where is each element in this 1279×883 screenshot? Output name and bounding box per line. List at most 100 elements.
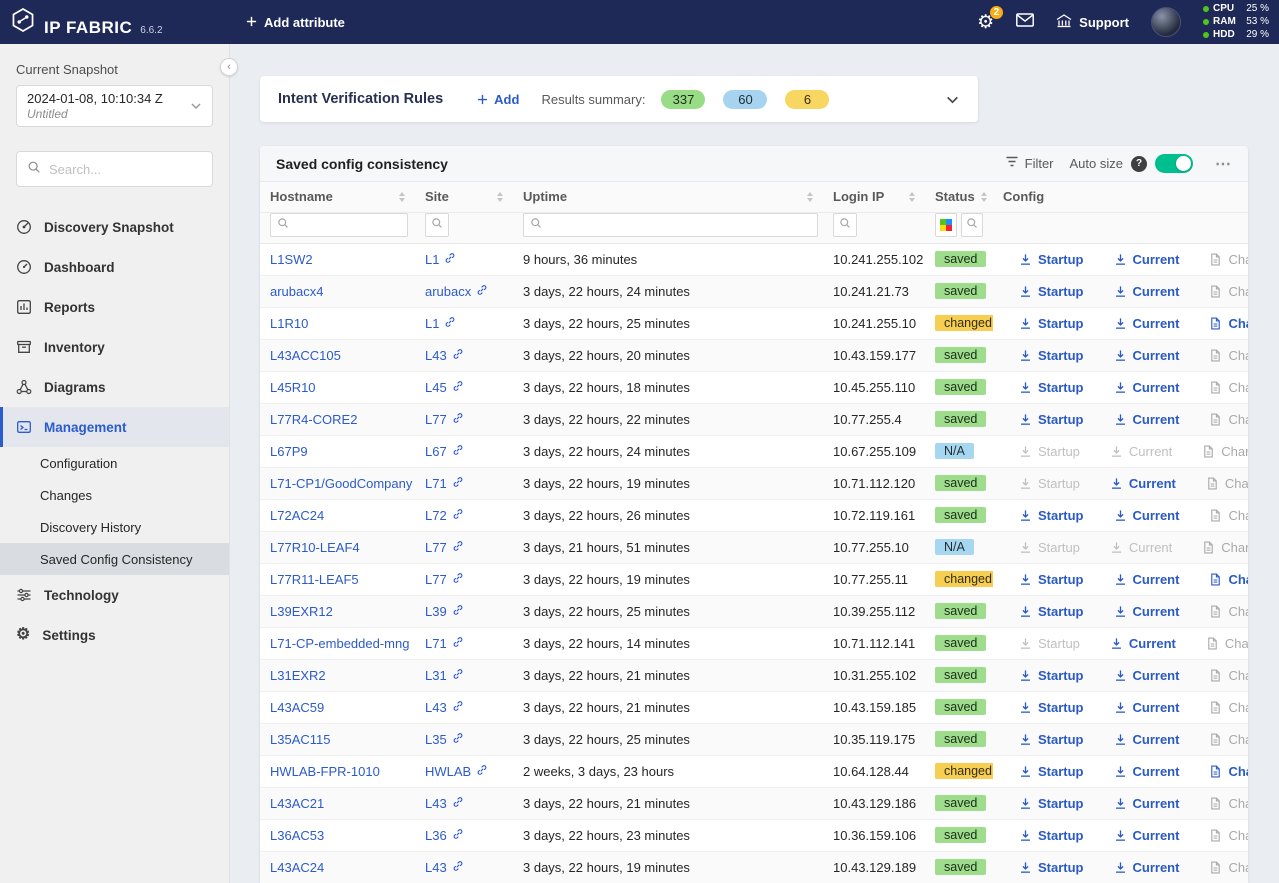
current-config-link[interactable]: Current — [1114, 380, 1180, 395]
site-link[interactable]: L31 — [425, 668, 464, 683]
hostname-link[interactable]: HWLAB-FPR-1010 — [270, 764, 380, 779]
changes-link[interactable]: Changes — [1209, 764, 1248, 779]
site-link[interactable]: L72 — [425, 508, 464, 523]
column-header-login-ip[interactable]: Login IP — [823, 182, 925, 212]
changes-link[interactable]: Changes — [1209, 380, 1248, 395]
sidebar-item-management[interactable]: Management — [0, 407, 229, 447]
startup-config-link[interactable]: Startup — [1019, 348, 1084, 363]
current-config-link[interactable]: Current — [1114, 508, 1180, 523]
changes-link[interactable]: Changes — [1209, 508, 1248, 523]
green-count-badge[interactable]: 337 — [661, 90, 705, 109]
site-link[interactable]: L36 — [425, 828, 464, 843]
hostname-link[interactable]: L43AC59 — [270, 700, 324, 715]
changes-link[interactable]: Changes — [1209, 284, 1248, 299]
current-config-link[interactable]: Current — [1114, 732, 1180, 747]
startup-config-link[interactable]: Startup — [1019, 444, 1080, 459]
site-link[interactable]: HWLAB — [425, 764, 488, 779]
sidebar-item-inventory[interactable]: Inventory — [0, 327, 229, 367]
startup-config-link[interactable]: Startup — [1019, 252, 1084, 267]
site-filter-button[interactable] — [425, 213, 449, 237]
site-link[interactable]: L43 — [425, 860, 464, 875]
startup-config-link[interactable]: Startup — [1019, 828, 1084, 843]
changes-link[interactable]: Changes — [1209, 828, 1248, 843]
hostname-link[interactable]: L71-CP-embedded-mng — [270, 636, 409, 651]
column-header-site[interactable]: Site — [415, 182, 513, 212]
hostname-link[interactable]: L71-CP1/GoodCompany — [270, 476, 412, 491]
current-config-link[interactable]: Current — [1114, 828, 1180, 843]
site-link[interactable]: L71 — [425, 636, 464, 651]
more-options-button[interactable]: ⋯ — [1215, 154, 1232, 174]
sidebar-item-configuration[interactable]: Configuration — [0, 447, 229, 479]
changes-link[interactable]: Changes — [1209, 252, 1248, 267]
current-config-link[interactable]: Current — [1114, 860, 1180, 875]
startup-config-link[interactable]: Startup — [1019, 572, 1084, 587]
startup-config-link[interactable]: Startup — [1019, 604, 1084, 619]
status-color-filter-button[interactable] — [935, 213, 957, 237]
hostname-link[interactable]: L77R4-CORE2 — [270, 412, 357, 427]
startup-config-link[interactable]: Startup — [1019, 700, 1084, 715]
changes-link[interactable]: Changes — [1209, 348, 1248, 363]
hostname-link[interactable]: L43AC21 — [270, 796, 324, 811]
support-button[interactable]: Support — [1056, 14, 1129, 31]
system-settings-button[interactable]: ⚙ 2 — [977, 13, 994, 32]
avatar[interactable] — [1151, 7, 1181, 37]
column-header-status[interactable]: Status — [925, 182, 993, 212]
current-config-link[interactable]: Current — [1114, 668, 1180, 683]
current-config-link[interactable]: Current — [1114, 764, 1180, 779]
changes-link[interactable]: Changes — [1209, 860, 1248, 875]
site-link[interactable]: L1 — [425, 316, 456, 331]
column-header-uptime[interactable]: Uptime — [513, 182, 823, 212]
add-attribute-button[interactable]: Add attribute — [246, 15, 345, 30]
startup-config-link[interactable]: Startup — [1019, 636, 1080, 651]
changes-link[interactable]: Changes — [1209, 572, 1248, 587]
site-link[interactable]: L39 — [425, 604, 464, 619]
hostname-link[interactable]: L43ACC105 — [270, 348, 341, 363]
startup-config-link[interactable]: Startup — [1019, 860, 1084, 875]
site-link[interactable]: L77 — [425, 412, 464, 427]
sidebar-item-settings[interactable]: ⚙ Settings — [0, 615, 229, 655]
expand-chevron-button[interactable] — [945, 92, 960, 107]
hostname-link[interactable]: L1SW2 — [270, 252, 313, 267]
hostname-link[interactable]: L77R10-LEAF4 — [270, 540, 360, 555]
sidebar-item-changes[interactable]: Changes — [0, 479, 229, 511]
sidebar-collapse-button[interactable]: ‹ — [220, 58, 238, 76]
current-config-link[interactable]: Current — [1110, 540, 1172, 555]
changes-link[interactable]: Changes — [1209, 700, 1248, 715]
ipfabric-logo[interactable]: IP FABRIC 6.6.2 — [10, 7, 232, 38]
startup-config-link[interactable]: Startup — [1019, 732, 1084, 747]
hostname-link[interactable]: L45R10 — [270, 380, 316, 395]
startup-config-link[interactable]: Startup — [1019, 284, 1084, 299]
mail-button[interactable] — [1016, 13, 1034, 32]
changes-link[interactable]: Changes — [1209, 604, 1248, 619]
site-link[interactable]: L71 — [425, 476, 464, 491]
current-config-link[interactable]: Current — [1114, 604, 1180, 619]
hostname-link[interactable]: L67P9 — [270, 444, 308, 459]
current-config-link[interactable]: Current — [1114, 348, 1180, 363]
current-config-link[interactable]: Current — [1114, 252, 1180, 267]
startup-config-link[interactable]: Startup — [1019, 796, 1084, 811]
sidebar-item-saved-config-consistency[interactable]: Saved Config Consistency — [0, 543, 229, 575]
sidebar-item-dashboard[interactable]: Dashboard — [0, 247, 229, 287]
status-filter-button[interactable] — [961, 213, 983, 237]
startup-config-link[interactable]: Startup — [1019, 412, 1084, 427]
changes-link[interactable]: Changes — [1206, 636, 1248, 651]
filter-button[interactable]: Filter — [1005, 155, 1054, 172]
site-link[interactable]: L1 — [425, 252, 456, 267]
hostname-link[interactable]: L36AC53 — [270, 828, 324, 843]
site-link[interactable]: L35 — [425, 732, 464, 747]
current-config-link[interactable]: Current — [1114, 796, 1180, 811]
changes-link[interactable]: Changes — [1206, 476, 1248, 491]
startup-config-link[interactable]: Startup — [1019, 764, 1084, 779]
uptime-filter-input[interactable] — [547, 218, 811, 232]
site-link[interactable]: L43 — [425, 700, 464, 715]
hostname-link[interactable]: L31EXR2 — [270, 668, 326, 683]
add-rule-button[interactable]: Add — [477, 92, 519, 107]
help-icon[interactable]: ? — [1131, 156, 1147, 172]
changes-link[interactable]: Changes — [1209, 796, 1248, 811]
hostname-link[interactable]: L35AC115 — [270, 732, 330, 747]
changes-link[interactable]: Changes — [1209, 316, 1248, 331]
current-config-link[interactable]: Current — [1114, 412, 1180, 427]
current-config-link[interactable]: Current — [1110, 636, 1176, 651]
hostname-link[interactable]: L72AC24 — [270, 508, 324, 523]
site-link[interactable]: L43 — [425, 348, 464, 363]
